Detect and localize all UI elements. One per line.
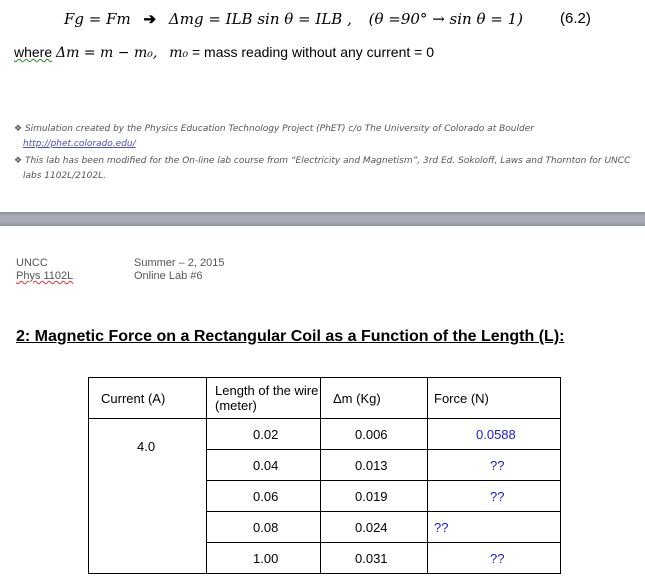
length-cell: 0.06 — [206, 480, 321, 512]
note-modified: ❖ This lab has been modified for the On-… — [14, 156, 630, 166]
length-cell: 0.08 — [206, 511, 321, 543]
force-cell[interactable]: ?? — [427, 449, 561, 481]
course: Phys 1102L — [16, 270, 73, 282]
where-line: where Δm = m − m₀, m₀ = mass reading wit… — [14, 44, 434, 61]
force-cell[interactable]: 0.0588 — [427, 418, 561, 450]
force-cell[interactable]: ?? — [427, 542, 561, 574]
section-title: 2: Magnetic Force on a Rectangular Coil … — [16, 328, 565, 345]
delta-m-formula: Δm = m − m₀, — [56, 45, 158, 61]
page-break-divider — [0, 212, 645, 226]
force-cell[interactable]: ?? — [427, 480, 561, 512]
equation-lhs: Fg = Fm — [64, 10, 131, 28]
note-text-cont: labs 1102L/2102L. — [23, 171, 107, 181]
equation-middle: Δmg = ILB sin θ = ILB , — [168, 10, 352, 28]
term: Summer – 2, 2015 — [134, 257, 225, 269]
header-force: Force (N) — [427, 377, 561, 419]
dm-cell: 0.019 — [320, 480, 428, 512]
note-text: Simulation created by the Physics Educat… — [24, 124, 534, 134]
header-current: Current (A) — [88, 377, 207, 419]
length-cell: 1.00 — [206, 542, 321, 574]
length-cell: 0.02 — [206, 418, 321, 450]
force-cell[interactable]: ?? — [427, 511, 561, 543]
note-phet: ❖ Simulation created by the Physics Educ… — [14, 124, 534, 134]
equation: Fg = Fm ➔ Δmg = ILB sin θ = ILB , (θ =90… — [64, 10, 523, 28]
dm-cell: 0.006 — [320, 418, 428, 450]
course-label: Phys 1102L — [16, 270, 74, 282]
equation-condition: (θ =90° → sin θ = 1) — [368, 10, 523, 28]
equation-number: (6.2) — [560, 10, 591, 27]
phet-link[interactable]: http://phet.colorado.edu/ — [23, 139, 136, 149]
dm-cell: 0.024 — [320, 511, 428, 543]
arrow-icon: ➔ — [143, 10, 157, 28]
current-value: 4.0 — [88, 418, 207, 574]
dm-cell: 0.031 — [320, 542, 428, 574]
dm-cell: 0.013 — [320, 449, 428, 481]
length-cell: 0.04 — [206, 449, 321, 481]
bullet-icon: ❖ — [14, 124, 23, 134]
m0-symbol: m₀ — [169, 45, 189, 61]
lab-number: Online Lab #6 — [134, 270, 203, 282]
data-table: Current (A) Length of the wire (meter) Δ… — [88, 377, 561, 574]
header-length: Length of the wire (meter) — [206, 377, 321, 419]
table-row: 4.0 0.02 0.006 0.0588 — [88, 418, 561, 574]
where-word: where — [14, 44, 53, 60]
header-dm: Δm (Kg) — [320, 377, 428, 419]
table-header-row: Current (A) Length of the wire (meter) Δ… — [88, 377, 561, 419]
m0-description: = mass reading without any current = 0 — [188, 44, 434, 60]
school: UNCC — [16, 257, 48, 269]
note-text: This lab has been modified for the On-li… — [24, 156, 631, 166]
bullet-icon: ❖ — [14, 156, 23, 166]
